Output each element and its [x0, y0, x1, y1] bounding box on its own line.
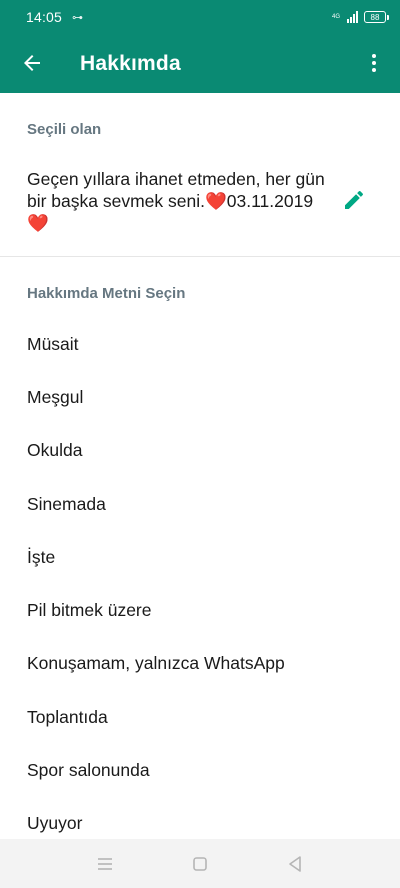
- app-bar: Hakkımda: [0, 34, 400, 93]
- current-about-text[interactable]: Geçen yıllara ihanet etmeden, her gün bi…: [27, 168, 337, 234]
- battery-level: 88: [370, 12, 380, 22]
- current-section-label: Seçili olan: [27, 121, 102, 138]
- back-triangle-icon[interactable]: [284, 853, 306, 875]
- system-nav-bar: [0, 839, 400, 888]
- signal-icon: [347, 11, 358, 23]
- about-option[interactable]: İşte: [0, 531, 400, 584]
- more-vert-icon[interactable]: [362, 51, 386, 75]
- status-time: 14:05: [26, 9, 63, 25]
- about-option[interactable]: Okulda: [0, 424, 400, 477]
- key-icon: ⊶: [72, 11, 84, 24]
- arrow-left-icon[interactable]: [20, 51, 44, 75]
- status-icons: 4G 88: [331, 11, 389, 23]
- about-option[interactable]: Sinemada: [0, 478, 400, 531]
- about-option[interactable]: Konuşamam, yalnızca WhatsApp: [0, 637, 400, 690]
- choices-section-label: Hakkımda Metni Seçin: [27, 285, 186, 302]
- menu-icon[interactable]: [94, 853, 116, 875]
- about-option[interactable]: Müsait: [0, 318, 400, 371]
- page-title: Hakkımda: [80, 51, 181, 75]
- divider: [0, 256, 400, 257]
- about-option[interactable]: Toplantıda: [0, 691, 400, 744]
- about-option[interactable]: Meşgul: [0, 371, 400, 424]
- pencil-icon[interactable]: [342, 188, 366, 212]
- home-icon[interactable]: [189, 853, 211, 875]
- about-option[interactable]: Pil bitmek üzere: [0, 584, 400, 637]
- status-bar: 14:05 ⊶ 4G 88: [0, 0, 400, 34]
- battery-icon: 88: [364, 11, 389, 23]
- network-type-label: 4G: [331, 14, 340, 20]
- about-option[interactable]: Spor salonunda: [0, 744, 400, 797]
